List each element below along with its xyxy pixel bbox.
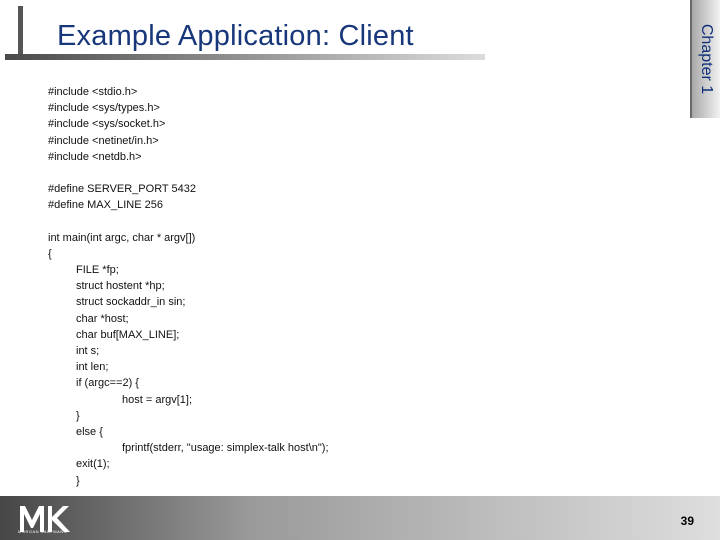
code-line-body: char buf[MAX_LINE]; [76,328,180,341]
code-line-define: #define SERVER_PORT 5432 [48,183,196,196]
code-line-body: struct hostent *hp; [76,280,165,293]
code-line-body: int s; [76,345,100,357]
code-line-exit: exit(1); [76,458,110,471]
code-line-body: int len; [76,361,109,374]
code-line-include: #include <stdio.h> [48,86,138,98]
code-line-include: #include <netdb.h> [48,150,142,163]
code-line-include: #include <sys/socket.h> [48,118,166,131]
code-line-body: FILE *fp; [76,264,119,277]
code-block: #include <stdio.h> #include <sys/types.h… [48,84,329,489]
slide-title: Example Application: Client [57,20,414,52]
footer-bar: MK MORGAN KAUFMANN 39 [0,496,720,540]
code-line-else: else { [76,425,103,438]
code-line-include: #include <sys/types.h> [48,102,160,115]
code-line-close-else: } [76,474,80,487]
title-accent-vertical-bar [18,6,23,56]
chapter-label: Chapter 1 [698,23,715,95]
title-accent-horizontal-bar [5,54,485,60]
code-line-define: #define MAX_LINE 256 [48,199,163,212]
logo-subtext: MORGAN KAUFMANN [18,529,68,534]
page-number: 39 [680,514,694,528]
code-line-include: #include <netinet/in.h> [48,134,159,147]
chapter-tab: Chapter 1 [690,0,720,118]
code-line-host-assign: host = argv[1]; [122,393,193,406]
code-line-close-if: } [76,409,80,422]
code-line-body: if (argc==2) { [76,377,139,390]
code-line-body: struct sockaddr_in sin; [76,296,186,309]
code-line-open-brace: { [48,247,52,260]
code-line-main-signature: int main(int argc, char * argv[]) [48,231,196,244]
code-line-body: char *host; [76,312,129,325]
code-line-fprintf: fprintf(stderr, "usage: simplex-talk hos… [122,442,329,455]
